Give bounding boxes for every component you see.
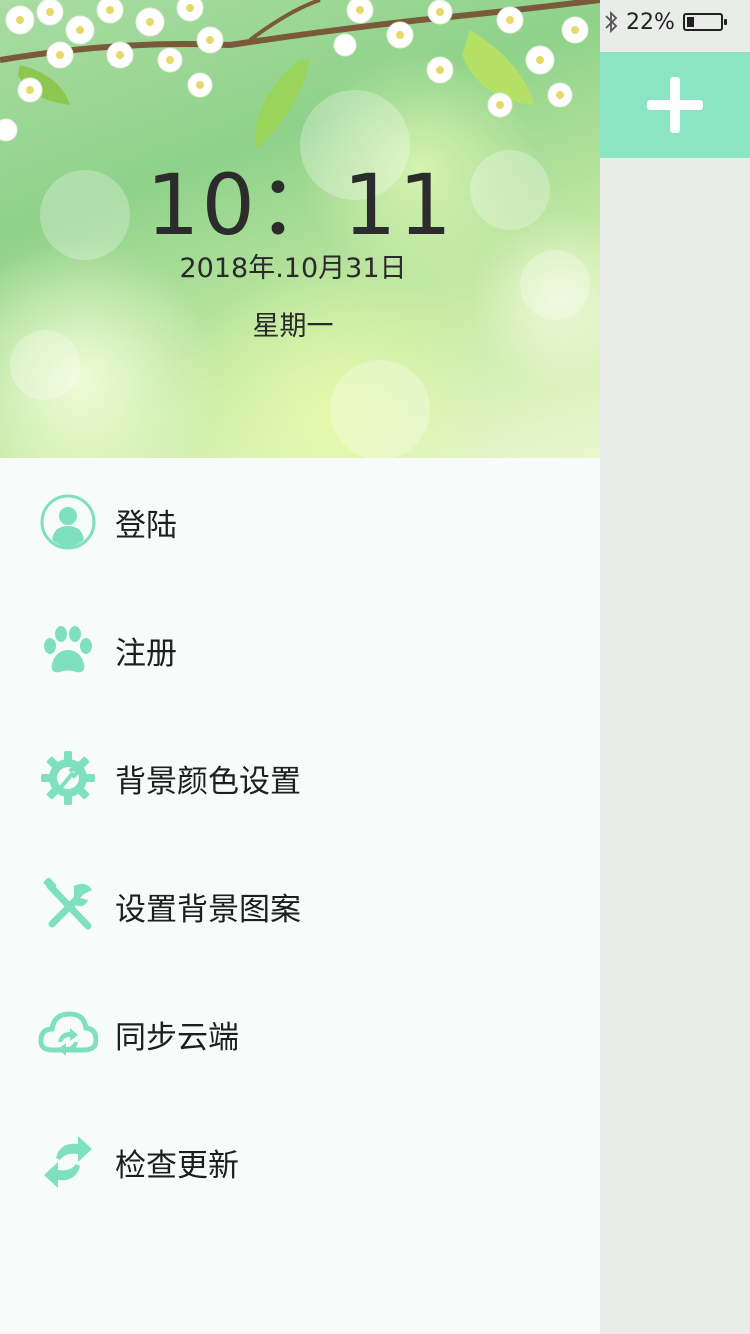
clock-time: 10：11 bbox=[146, 156, 454, 254]
menu-item-label: 检查更新 bbox=[115, 1147, 239, 1184]
date-label: 2018年.10月31日 bbox=[179, 253, 407, 284]
paw-icon bbox=[38, 620, 98, 680]
gear-wrench-icon bbox=[38, 748, 98, 808]
menu-item-check-update[interactable]: 检查更新 bbox=[0, 1098, 600, 1226]
status-bar: 22% bbox=[600, 0, 750, 44]
bluetooth-icon bbox=[605, 10, 618, 34]
menu-item-label: 同步云端 bbox=[115, 1019, 239, 1056]
menu-item-label: 背景颜色设置 bbox=[115, 763, 301, 800]
weekday-label: 星期一 bbox=[252, 311, 334, 342]
battery-level bbox=[686, 17, 694, 27]
drawer-menu: 登陆 注册 背景颜色设置 设置背景图案 同步云端 检查更新 bbox=[0, 458, 600, 1226]
menu-item-bg-color[interactable]: 背景颜色设置 bbox=[0, 714, 600, 842]
menu-item-label: 注册 bbox=[115, 635, 177, 672]
menu-item-label: 设置背景图案 bbox=[115, 891, 301, 928]
add-button[interactable] bbox=[600, 52, 750, 158]
tools-icon bbox=[38, 876, 98, 936]
battery-percent: 22% bbox=[626, 9, 675, 35]
drawer-header: 10：11 2018年.10月31日 星期一 bbox=[0, 0, 600, 458]
menu-item-login[interactable]: 登陆 bbox=[0, 458, 600, 586]
battery-icon bbox=[682, 13, 727, 31]
side-drawer: 10：11 2018年.10月31日 星期一 登陆 注册 背景颜色设置 设置背景… bbox=[0, 0, 600, 1334]
user-icon bbox=[38, 492, 98, 552]
menu-item-register[interactable]: 注册 bbox=[0, 586, 600, 714]
menu-item-label: 登陆 bbox=[115, 507, 177, 544]
cloud-sync-icon bbox=[38, 1004, 98, 1064]
plus-icon bbox=[647, 77, 703, 133]
menu-item-bg-pattern[interactable]: 设置背景图案 bbox=[0, 842, 600, 970]
menu-item-cloud-sync[interactable]: 同步云端 bbox=[0, 970, 600, 1098]
refresh-icon bbox=[38, 1132, 98, 1192]
